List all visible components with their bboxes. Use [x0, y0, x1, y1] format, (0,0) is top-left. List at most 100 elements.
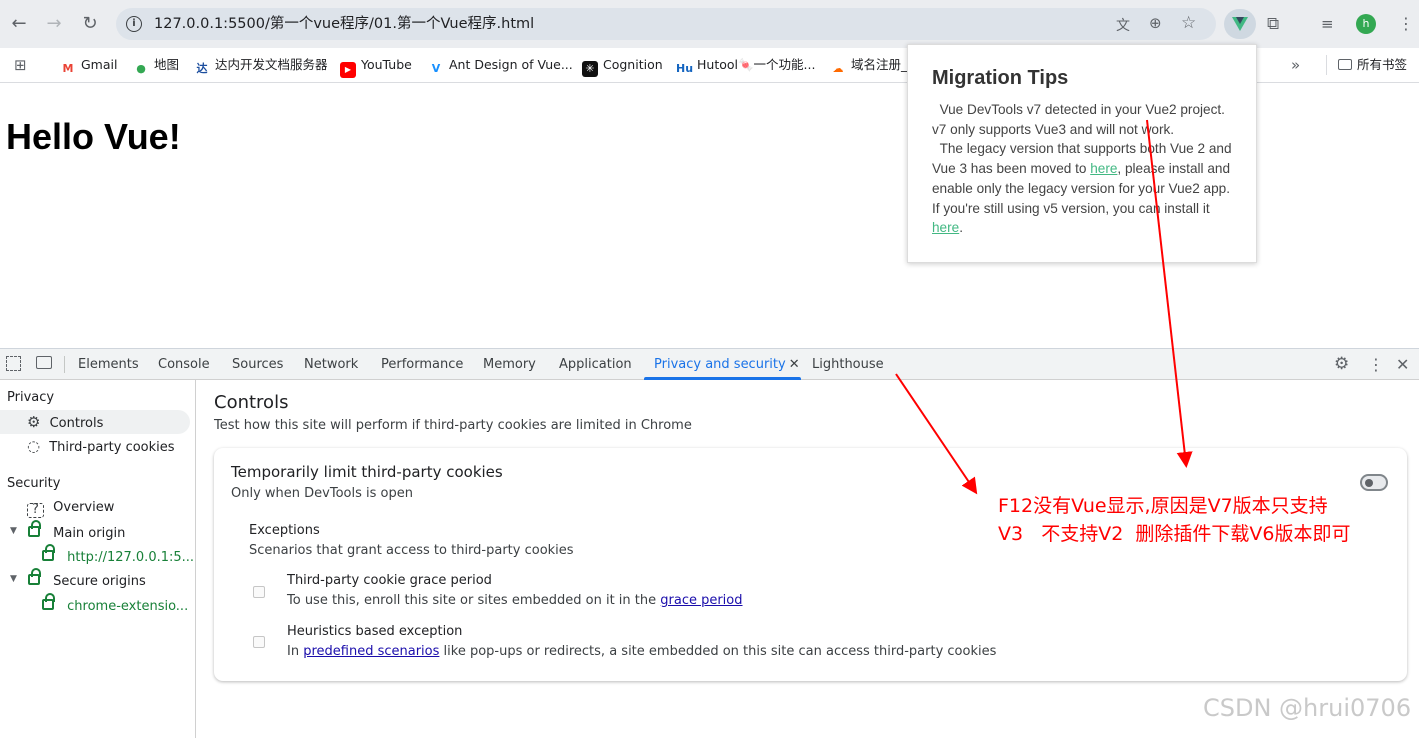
- sidebar-item-third-party-cookies[interactable]: ◌ Third-party cookies: [27, 434, 175, 458]
- migration-tips-line1: Vue DevTools v7 detected in your Vue2 pr…: [932, 102, 1225, 137]
- bookmark-cognition[interactable]: ✳ Cognition: [582, 54, 663, 77]
- sidebar-item-secure-origins[interactable]: Secure origins: [28, 568, 146, 592]
- url-text[interactable]: 127.0.0.1:5500/第一个vue程序/01.第一个Vue程序.html: [154, 8, 534, 40]
- privacy-sidebar: Privacy ⚙ Controls ◌ Third-party cookies…: [0, 380, 196, 738]
- tab-elements[interactable]: Elements: [78, 349, 139, 380]
- bookmark-tarena[interactable]: 达达内开发文档服务器: [194, 54, 328, 76]
- cloud-icon: ☁: [832, 62, 844, 75]
- media-controls-icon[interactable]: ≡: [1321, 13, 1334, 35]
- maps-pin-icon: ●: [136, 62, 146, 75]
- tab-sources[interactable]: Sources: [232, 349, 283, 380]
- tabbar-divider: [64, 356, 65, 373]
- bookmarks-overflow-icon[interactable]: »: [1291, 54, 1300, 76]
- lock-icon: [42, 544, 55, 561]
- apps-icon[interactable]: ⊞: [14, 54, 27, 76]
- sidebar-item-secure-origin-url[interactable]: chrome-extensio...: [42, 593, 188, 617]
- grace-period-checkbox[interactable]: [253, 586, 265, 598]
- tab-memory[interactable]: Memory: [483, 349, 536, 380]
- bookmark-maps[interactable]: ● 地图: [133, 54, 179, 76]
- annotation-text: F12没有Vue显示,原因是V7版本只支持 V3 不支持V2 删除插件下载V6版…: [998, 492, 1350, 548]
- page-heading: Hello Vue!: [6, 116, 181, 157]
- controls-panel: Controls Test how this site will perform…: [197, 380, 1419, 738]
- controls-title: Controls: [214, 392, 289, 413]
- tab-application[interactable]: Application: [559, 349, 632, 380]
- limit-cookies-toggle[interactable]: [1360, 474, 1388, 491]
- migration-tips-body: Vue DevTools v7 detected in your Vue2 pr…: [932, 100, 1232, 238]
- inspect-element-icon[interactable]: [6, 356, 21, 371]
- gmail-icon: M: [62, 62, 74, 75]
- third-party-cookies-card: Temporarily limit third-party cookies On…: [214, 448, 1407, 681]
- site-info-icon[interactable]: i: [126, 16, 142, 32]
- bookmark-star-icon[interactable]: ☆: [1181, 13, 1196, 33]
- translate-icon[interactable]: 文: [1116, 15, 1130, 35]
- sidebar-header-privacy: Privacy: [7, 390, 55, 405]
- youtube-icon: ▶: [340, 62, 356, 78]
- migration-tips-title: Migration Tips: [932, 67, 1069, 89]
- gear-icon: ⚙: [27, 413, 41, 431]
- all-bookmarks-folder[interactable]: 所有书签: [1338, 54, 1407, 76]
- csdn-watermark: CSDN @hrui0706: [1203, 694, 1412, 722]
- sidebar-item-main-origin[interactable]: Main origin: [28, 520, 125, 544]
- back-icon[interactable]: ←: [5, 10, 33, 38]
- controls-description: Test how this site will perform if third…: [214, 418, 692, 433]
- devtools-settings-icon[interactable]: ⚙: [1334, 349, 1349, 380]
- exceptions-description: Scenarios that grant access to third-par…: [249, 543, 574, 558]
- tarena-icon: 达: [196, 62, 208, 75]
- grace-period-title: Third-party cookie grace period: [287, 573, 492, 588]
- bookmark-domain[interactable]: ☁ 域名注册_: [830, 54, 908, 76]
- tab-network[interactable]: Network: [304, 349, 358, 380]
- lock-icon: [28, 568, 41, 585]
- bookmark-gmail[interactable]: M Gmail: [60, 54, 118, 76]
- vue-devtools-extension-button[interactable]: [1224, 9, 1256, 39]
- vue-logo-icon: [1232, 17, 1248, 31]
- extensions-icon[interactable]: ⧉: [1267, 13, 1279, 35]
- device-toolbar-icon[interactable]: [36, 356, 52, 369]
- bookmark-antdv[interactable]: V Ant Design of Vue...: [428, 54, 573, 76]
- grace-period-link[interactable]: grace period: [660, 593, 742, 608]
- heuristics-checkbox[interactable]: [253, 636, 265, 648]
- tab-lighthouse[interactable]: Lighthouse: [812, 349, 884, 380]
- lock-icon: [42, 593, 55, 610]
- tab-performance[interactable]: Performance: [381, 349, 463, 380]
- annotation-line1: F12没有Vue显示,原因是V7版本只支持: [998, 495, 1328, 517]
- overview-icon: ?: [27, 503, 44, 518]
- browser-menu-icon[interactable]: ⋮: [1398, 13, 1414, 35]
- heuristics-description: In predefined scenarios like pop-ups or …: [287, 644, 997, 659]
- lock-icon: [28, 520, 41, 537]
- v5-version-link[interactable]: here: [932, 220, 959, 235]
- zoom-icon[interactable]: ⊕: [1149, 14, 1162, 32]
- heuristics-title: Heuristics based exception: [287, 624, 463, 639]
- exceptions-title: Exceptions: [249, 523, 320, 538]
- legacy-version-link[interactable]: here: [1090, 161, 1117, 176]
- predefined-scenarios-link[interactable]: predefined scenarios: [303, 644, 439, 659]
- annotation-line2: V3 不支持V2 删除插件下载V6版本即可: [998, 523, 1351, 545]
- tab-console[interactable]: Console: [158, 349, 210, 380]
- limit-cookies-title: Temporarily limit third-party cookies: [231, 463, 503, 481]
- address-bar[interactable]: i 127.0.0.1:5500/第一个vue程序/01.第一个Vue程序.ht…: [116, 8, 1216, 40]
- profile-avatar[interactable]: h: [1356, 14, 1376, 34]
- close-tab-icon[interactable]: ✕: [789, 357, 800, 372]
- migration-tips-popup: Migration Tips Vue DevTools v7 detected …: [907, 44, 1257, 263]
- sidebar-item-overview[interactable]: ? Overview: [27, 496, 114, 520]
- browser-toolbar: ← → ↻ i 127.0.0.1:5500/第一个vue程序/01.第一个Vu…: [0, 0, 1419, 48]
- devtools-close-icon[interactable]: ✕: [1396, 349, 1409, 380]
- sidebar-header-security: Security: [7, 476, 61, 491]
- cognition-icon: ✳: [582, 61, 598, 77]
- devtools-tabbar: Elements Console Sources Network Perform…: [0, 349, 1419, 380]
- folder-icon: [1338, 59, 1352, 70]
- bookmark-hutool[interactable]: Hu Hutool🍬一个功能...: [676, 54, 815, 76]
- devtools-more-icon[interactable]: ⋮: [1368, 349, 1384, 380]
- tab-privacy-security[interactable]: Privacy and security ✕: [654, 349, 800, 380]
- antdv-icon: V: [431, 62, 441, 75]
- expand-main-origin-icon[interactable]: ▼: [10, 526, 17, 536]
- forward-icon[interactable]: →: [40, 10, 68, 38]
- grace-period-description: To use this, enroll this site or sites e…: [287, 593, 743, 608]
- reload-icon[interactable]: ↻: [76, 10, 104, 38]
- migration-tips-line2: The legacy version that supports both Vu…: [932, 141, 1232, 236]
- bookmark-youtube[interactable]: ▶ YouTube: [340, 54, 412, 78]
- hutool-icon: Hu: [676, 62, 694, 75]
- sidebar-item-controls[interactable]: ⚙ Controls: [0, 410, 190, 434]
- bookmarks-divider: [1326, 55, 1327, 75]
- sidebar-item-main-origin-url[interactable]: http://127.0.0.1:5...: [42, 544, 194, 568]
- expand-secure-origins-icon[interactable]: ▼: [10, 574, 17, 584]
